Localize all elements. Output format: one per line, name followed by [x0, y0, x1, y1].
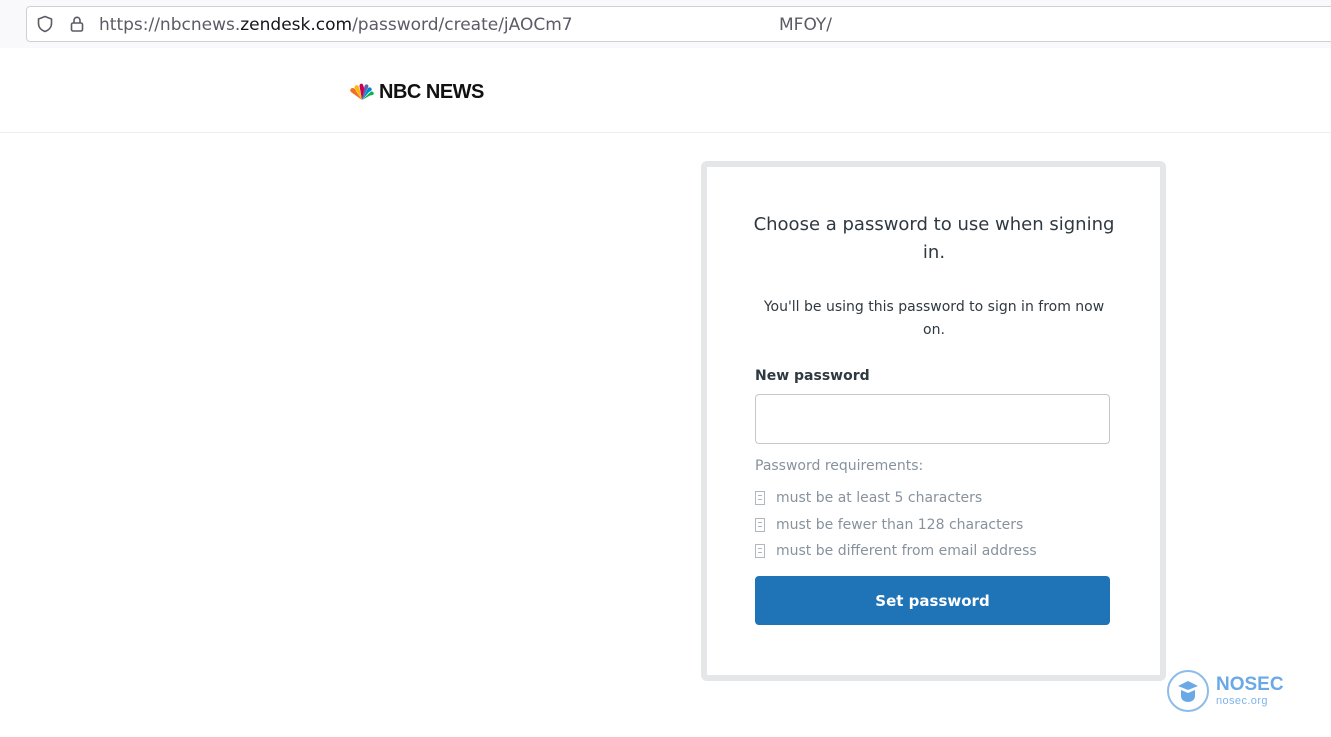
requirement-item: must be at least 5 characters — [755, 485, 1037, 512]
peacock-icon — [350, 83, 374, 100]
new-password-label: New password — [755, 368, 870, 384]
card-title: Choose a password to use when signing in… — [753, 214, 1115, 263]
set-password-button[interactable]: Set password — [755, 576, 1110, 625]
card-subtitle: You'll be using this password to sign in… — [763, 299, 1105, 338]
shield-icon[interactable] — [36, 15, 54, 33]
url-text[interactable]: https://nbcnews.zendesk.com/password/cre… — [99, 15, 573, 35]
browser-toolbar: https://nbcnews.zendesk.com/password/cre… — [0, 0, 1331, 49]
logo-wordmark: NBC NEWS — [379, 80, 484, 103]
site-header: NBC NEWS — [0, 48, 1331, 133]
address-bar[interactable]: https://nbcnews.zendesk.com/password/cre… — [26, 6, 1331, 42]
requirement-item: must be fewer than 128 characters — [755, 512, 1037, 539]
nbc-news-logo[interactable]: NBC NEWS — [348, 81, 484, 103]
requirement-status-icon — [755, 517, 765, 532]
nosec-logo-icon — [1167, 670, 1209, 712]
requirements-list: must be at least 5 characters must be fe… — [755, 485, 1037, 565]
url-prefix: https://nbcnews. — [99, 15, 241, 35]
watermark-name: NOSEC — [1216, 674, 1284, 695]
requirements-title: Password requirements: — [755, 458, 924, 474]
requirement-status-icon — [755, 491, 765, 506]
nosec-watermark: NOSEC nosec.org — [1166, 669, 1284, 713]
requirement-text: must be different from email address — [776, 543, 1037, 560]
watermark-text: NOSEC nosec.org — [1216, 675, 1284, 707]
watermark-site: nosec.org — [1216, 695, 1268, 707]
requirement-status-icon — [755, 544, 765, 559]
url-domain: zendesk.com — [240, 15, 353, 35]
url-path: /password/create/jAOCm7 — [352, 15, 573, 35]
requirement-text: must be at least 5 characters — [776, 490, 983, 507]
password-card: Choose a password to use when signing in… — [701, 161, 1166, 681]
new-password-input[interactable] — [755, 394, 1110, 444]
requirement-text: must be fewer than 128 characters — [776, 516, 1024, 533]
requirement-item: must be different from email address — [755, 538, 1037, 565]
url-tail: MFOY/ — [779, 15, 833, 35]
lock-icon[interactable] — [68, 15, 86, 33]
